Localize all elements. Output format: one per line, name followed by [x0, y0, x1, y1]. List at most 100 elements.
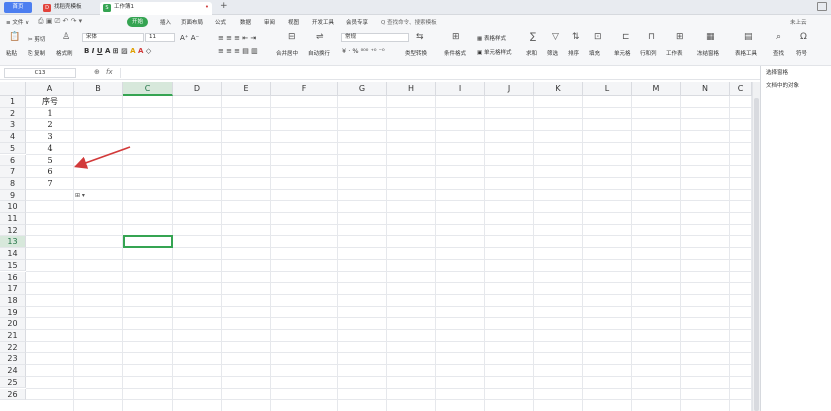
command-search[interactable]: Q 查找命令、搜索模板 [381, 18, 437, 26]
row-header-14[interactable]: 14 [0, 248, 26, 260]
cell-a1-header[interactable]: 序号 [26, 96, 74, 108]
cond-format-button[interactable]: 条件格式 [444, 49, 466, 57]
column-header-a[interactable]: A [26, 82, 74, 96]
horizontal-align-icons[interactable]: ≡ ≡ ≡ ▤ ▥ [218, 47, 258, 55]
row-header-8[interactable]: 8 [0, 177, 26, 190]
column-header-f[interactable]: F [271, 82, 338, 96]
column-header-i[interactable]: I [436, 82, 485, 96]
row-header-4[interactable]: 4 [0, 131, 26, 143]
font-grow-shrink-icons[interactable]: A⁺ A⁻ [180, 34, 199, 42]
cell-a6[interactable]: 5 [26, 155, 74, 167]
freeze-icon[interactable]: ▦ [706, 33, 715, 42]
row-header-10[interactable]: 10 [0, 201, 26, 213]
row-col-icon[interactable]: ⊓ [648, 33, 655, 42]
tab-member[interactable]: 会员专享 [346, 18, 368, 26]
table-tools-icon[interactable]: ▤ [744, 33, 753, 42]
column-header-k[interactable]: K [534, 82, 583, 96]
tab-data[interactable]: 数据 [240, 18, 251, 26]
symbol-button[interactable]: 符号 [796, 49, 807, 57]
row-header-2[interactable]: 2 [0, 107, 26, 120]
fill-icon[interactable]: ⊡ [594, 33, 602, 42]
tab-developer[interactable]: 开发工具 [312, 18, 334, 26]
row-col-button[interactable]: 行和列 [640, 49, 657, 57]
sort-icon[interactable]: ⇅ [572, 33, 580, 42]
row-header-15[interactable]: 15 [0, 259, 26, 272]
tab-view[interactable]: 视图 [288, 18, 299, 26]
find-icon[interactable]: ⌕ [776, 33, 781, 42]
home-tab[interactable]: 首页 [4, 2, 32, 13]
merge-center-button[interactable]: 合并居中 [276, 49, 298, 57]
row-header-1[interactable]: 1 [0, 96, 26, 108]
merge-icon[interactable]: ⊟ [288, 33, 296, 42]
tab-template[interactable]: D 找稻壳模板 [40, 2, 102, 15]
cond-format-icon[interactable]: ⊞ [452, 33, 460, 42]
format-painter-icon[interactable]: ♙ [62, 33, 70, 42]
cell-a2[interactable]: 1 [26, 108, 74, 120]
row-header-5[interactable]: 5 [0, 142, 26, 155]
font-size-select[interactable]: 11 [145, 33, 175, 42]
sum-button[interactable]: 求和 [526, 49, 537, 57]
cut-button[interactable]: ✂ 剪切 [28, 35, 45, 43]
cell-a4[interactable]: 3 [26, 131, 74, 143]
add-tab-button[interactable]: + [220, 1, 228, 11]
spreadsheet-grid[interactable]: A B C D E F G H I J K L M N C 1 2 3 4 5 6 7 8 9 10 11 12 13 14 15 16 17… [0, 82, 752, 411]
fx-icon[interactable]: fx [106, 68, 113, 76]
column-header-c[interactable]: C [730, 82, 752, 96]
column-header-n[interactable]: N [681, 82, 730, 96]
file-menu[interactable]: ≡ 文件 ∨ [6, 18, 29, 26]
cell-a3[interactable]: 2 [26, 119, 74, 131]
row-header-22[interactable]: 22 [0, 341, 26, 354]
selection-pane-title[interactable]: 选择窗格 [766, 68, 788, 76]
row-header-16[interactable]: 16 [0, 271, 26, 284]
format-painter-button[interactable]: 格式刷 [56, 49, 73, 57]
cell-icon[interactable]: ⊏ [622, 33, 630, 42]
column-header-e[interactable]: E [222, 82, 271, 96]
vertical-align-icons[interactable]: ≡ ≡ ≡ ⇤ ⇥ [218, 34, 256, 42]
row-header-26[interactable]: 26 [0, 388, 26, 401]
tab-insert[interactable]: 插入 [160, 18, 171, 26]
row-header-6[interactable]: 6 [0, 154, 26, 167]
formula-input[interactable] [120, 68, 750, 78]
sum-icon[interactable]: ∑ [530, 33, 536, 42]
row-header-3[interactable]: 3 [0, 119, 26, 132]
vertical-scrollbar[interactable] [752, 82, 760, 411]
freeze-button[interactable]: 冻结窗格 [697, 49, 719, 57]
row-header-23[interactable]: 23 [0, 353, 26, 366]
column-header-b[interactable]: B [74, 82, 123, 96]
row-header-17[interactable]: 17 [0, 283, 26, 295]
filter-icon[interactable]: ▽ [552, 33, 559, 42]
tab-workbook[interactable]: S 工作簿1 • [100, 2, 212, 15]
font-style-buttons[interactable]: B I U A ⊞ ▨ A A ◇ [84, 47, 151, 55]
copy-button[interactable]: ⎘ 复制 [28, 49, 45, 58]
row-header-19[interactable]: 19 [0, 306, 26, 319]
row-header-24[interactable]: 24 [0, 365, 26, 377]
scrollbar-thumb[interactable] [754, 98, 759, 411]
column-header-d[interactable]: D [173, 82, 222, 96]
fill-button[interactable]: 填充 [589, 49, 600, 57]
find-button[interactable]: 查找 [773, 49, 784, 57]
filter-button[interactable]: 筛选 [547, 49, 558, 57]
zoom-icon[interactable]: ⊕ [94, 68, 100, 76]
column-header-j[interactable]: J [485, 82, 534, 96]
wrap-text-button[interactable]: 自动换行 [308, 49, 330, 57]
symbol-icon[interactable]: Ω [800, 33, 807, 42]
table-tools-button[interactable]: 表格工具 [735, 49, 757, 57]
row-header-25[interactable]: 25 [0, 376, 26, 389]
tab-page-layout[interactable]: 页面布局 [181, 18, 203, 26]
row-header-18[interactable]: 18 [0, 294, 26, 307]
window-layout-icon[interactable] [817, 2, 827, 11]
table-style-button[interactable]: ▦ 表格样式 [477, 34, 506, 42]
quick-access-icons[interactable]: ⎙ ▣ ⎚ ↶ ↷ ▾ [38, 17, 82, 26]
column-header-m[interactable]: M [632, 82, 681, 96]
number-format-icons[interactable]: ¥ · % ⁰⁰⁰ ⁺⁰ ⁻⁰ [342, 47, 385, 55]
select-all-corner[interactable] [0, 82, 26, 96]
row-header-21[interactable]: 21 [0, 330, 26, 342]
column-header-h[interactable]: H [387, 82, 436, 96]
row-header-13[interactable]: 13 [0, 236, 26, 249]
row-header-9[interactable]: 9 [0, 189, 26, 202]
cloud-status[interactable]: 未上云 [790, 18, 807, 26]
row-header-20[interactable]: 20 [0, 318, 26, 330]
worksheet-icon[interactable]: ⊞ [676, 33, 684, 42]
cell-button[interactable]: 单元格 [614, 49, 631, 57]
cell-a8[interactable]: 7 [26, 178, 74, 190]
